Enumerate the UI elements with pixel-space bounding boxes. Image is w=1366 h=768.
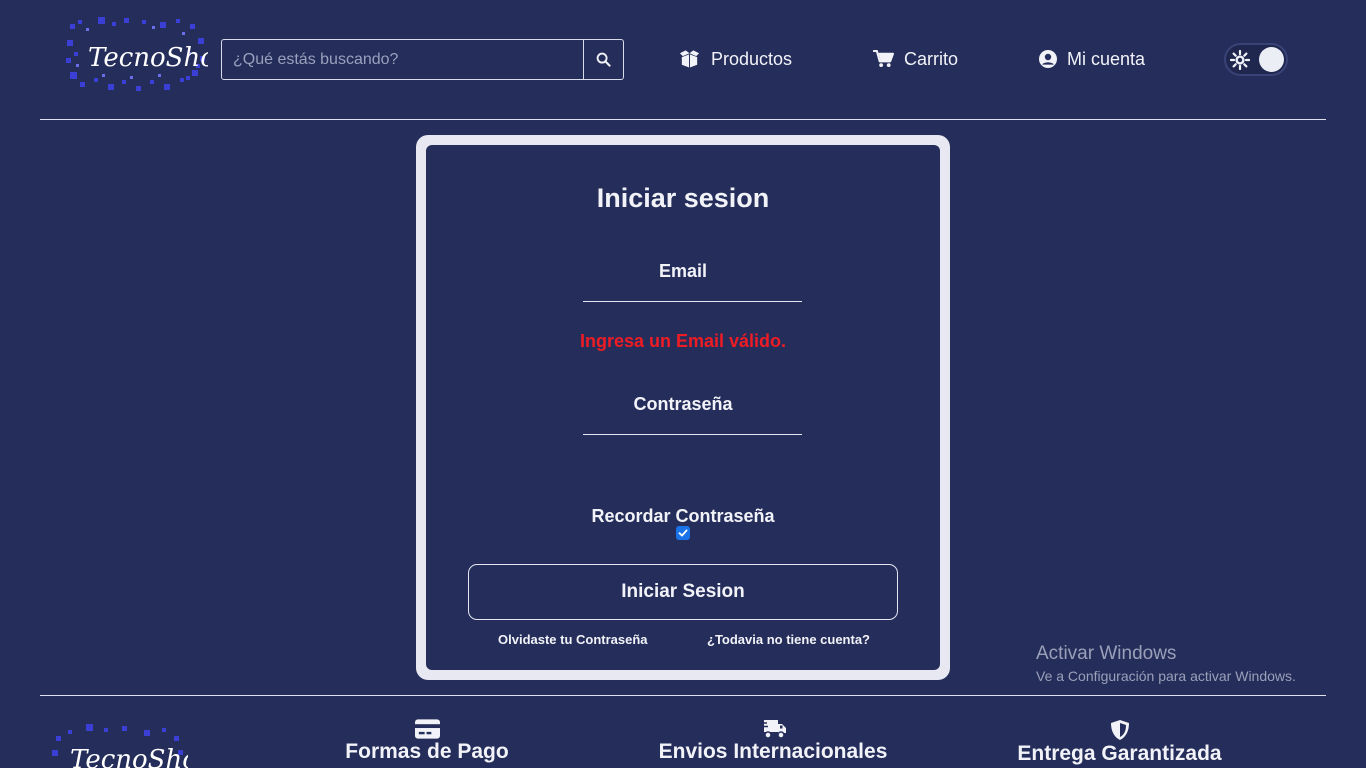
register-link[interactable]: ¿Todavia no tiene cuenta? xyxy=(707,632,870,647)
forgot-password-link[interactable]: Olvidaste tu Contraseña xyxy=(498,632,648,647)
footer-divider xyxy=(40,695,1326,696)
nav-mi-cuenta[interactable]: Mi cuenta xyxy=(1039,44,1145,74)
logo-text: TecnoShop xyxy=(88,43,208,73)
shopping-cart-icon xyxy=(873,50,894,68)
toggle-knob xyxy=(1259,47,1284,72)
search-button[interactable] xyxy=(583,40,623,79)
footer-logo-pixel-art: TecnoShop xyxy=(52,724,188,768)
shield-icon xyxy=(1110,720,1129,740)
email-field[interactable] xyxy=(583,268,802,302)
box-open-icon xyxy=(679,50,700,68)
footer-logo[interactable]: TecnoShop xyxy=(48,720,188,768)
search-input[interactable] xyxy=(222,40,583,79)
login-submit-button[interactable]: Iniciar Sesion xyxy=(468,564,898,620)
feature-formas-de-pago: Formas de Pago xyxy=(345,719,509,764)
nav-mi-cuenta-label: Mi cuenta xyxy=(1067,48,1146,69)
login-title: Iniciar sesion xyxy=(596,183,770,213)
email-error-message: Ingresa un Email válido. xyxy=(579,331,787,351)
feature-entrega-garantizada-label: Entrega Garantizada xyxy=(1017,742,1222,765)
sun-icon xyxy=(1230,50,1250,70)
watermark-title: Activar Windows xyxy=(1036,643,1177,664)
checkmark-icon xyxy=(678,529,688,537)
feature-envios-internacionales-label: Envios Internacionales xyxy=(658,740,888,763)
shipping-fast-icon xyxy=(759,720,786,739)
search-icon xyxy=(596,52,611,67)
feature-entrega-garantizada: Entrega Garantizada xyxy=(1017,719,1222,766)
header-divider xyxy=(40,119,1326,120)
password-field[interactable] xyxy=(583,401,802,435)
user-circle-icon xyxy=(1039,50,1057,68)
login-form: Iniciar sesion Email Ingresa un Email vá… xyxy=(426,145,940,670)
footer-logo-text: TecnoShop xyxy=(70,745,188,768)
remember-label: Recordar Contraseña xyxy=(591,506,775,526)
theme-toggle[interactable] xyxy=(1224,43,1288,76)
windows-activation-watermark: Activar Windows Ve a Configuración para … xyxy=(1036,643,1296,684)
logo-pixel-art: TecnoShop xyxy=(66,17,208,91)
nav-productos[interactable]: Productos xyxy=(678,44,792,74)
feature-envios-internacionales: Envios Internacionales xyxy=(658,719,888,764)
nav-productos-label: Productos xyxy=(711,48,793,69)
nav-carrito[interactable]: Carrito xyxy=(873,44,958,74)
tecnoshop-logo[interactable]: TecnoShop xyxy=(64,16,208,94)
credit-card-icon xyxy=(414,719,440,739)
login-card: Iniciar sesion Email Ingresa un Email vá… xyxy=(416,135,950,680)
nav-carrito-label: Carrito xyxy=(904,48,959,69)
watermark-subtitle: Ve a Configuración para activar Windows. xyxy=(1036,668,1296,684)
remember-checkbox[interactable] xyxy=(676,526,690,540)
search-bar xyxy=(221,39,624,80)
feature-formas-de-pago-label: Formas de Pago xyxy=(345,740,509,763)
page: TecnoShop Productos Carrito xyxy=(0,0,1366,768)
